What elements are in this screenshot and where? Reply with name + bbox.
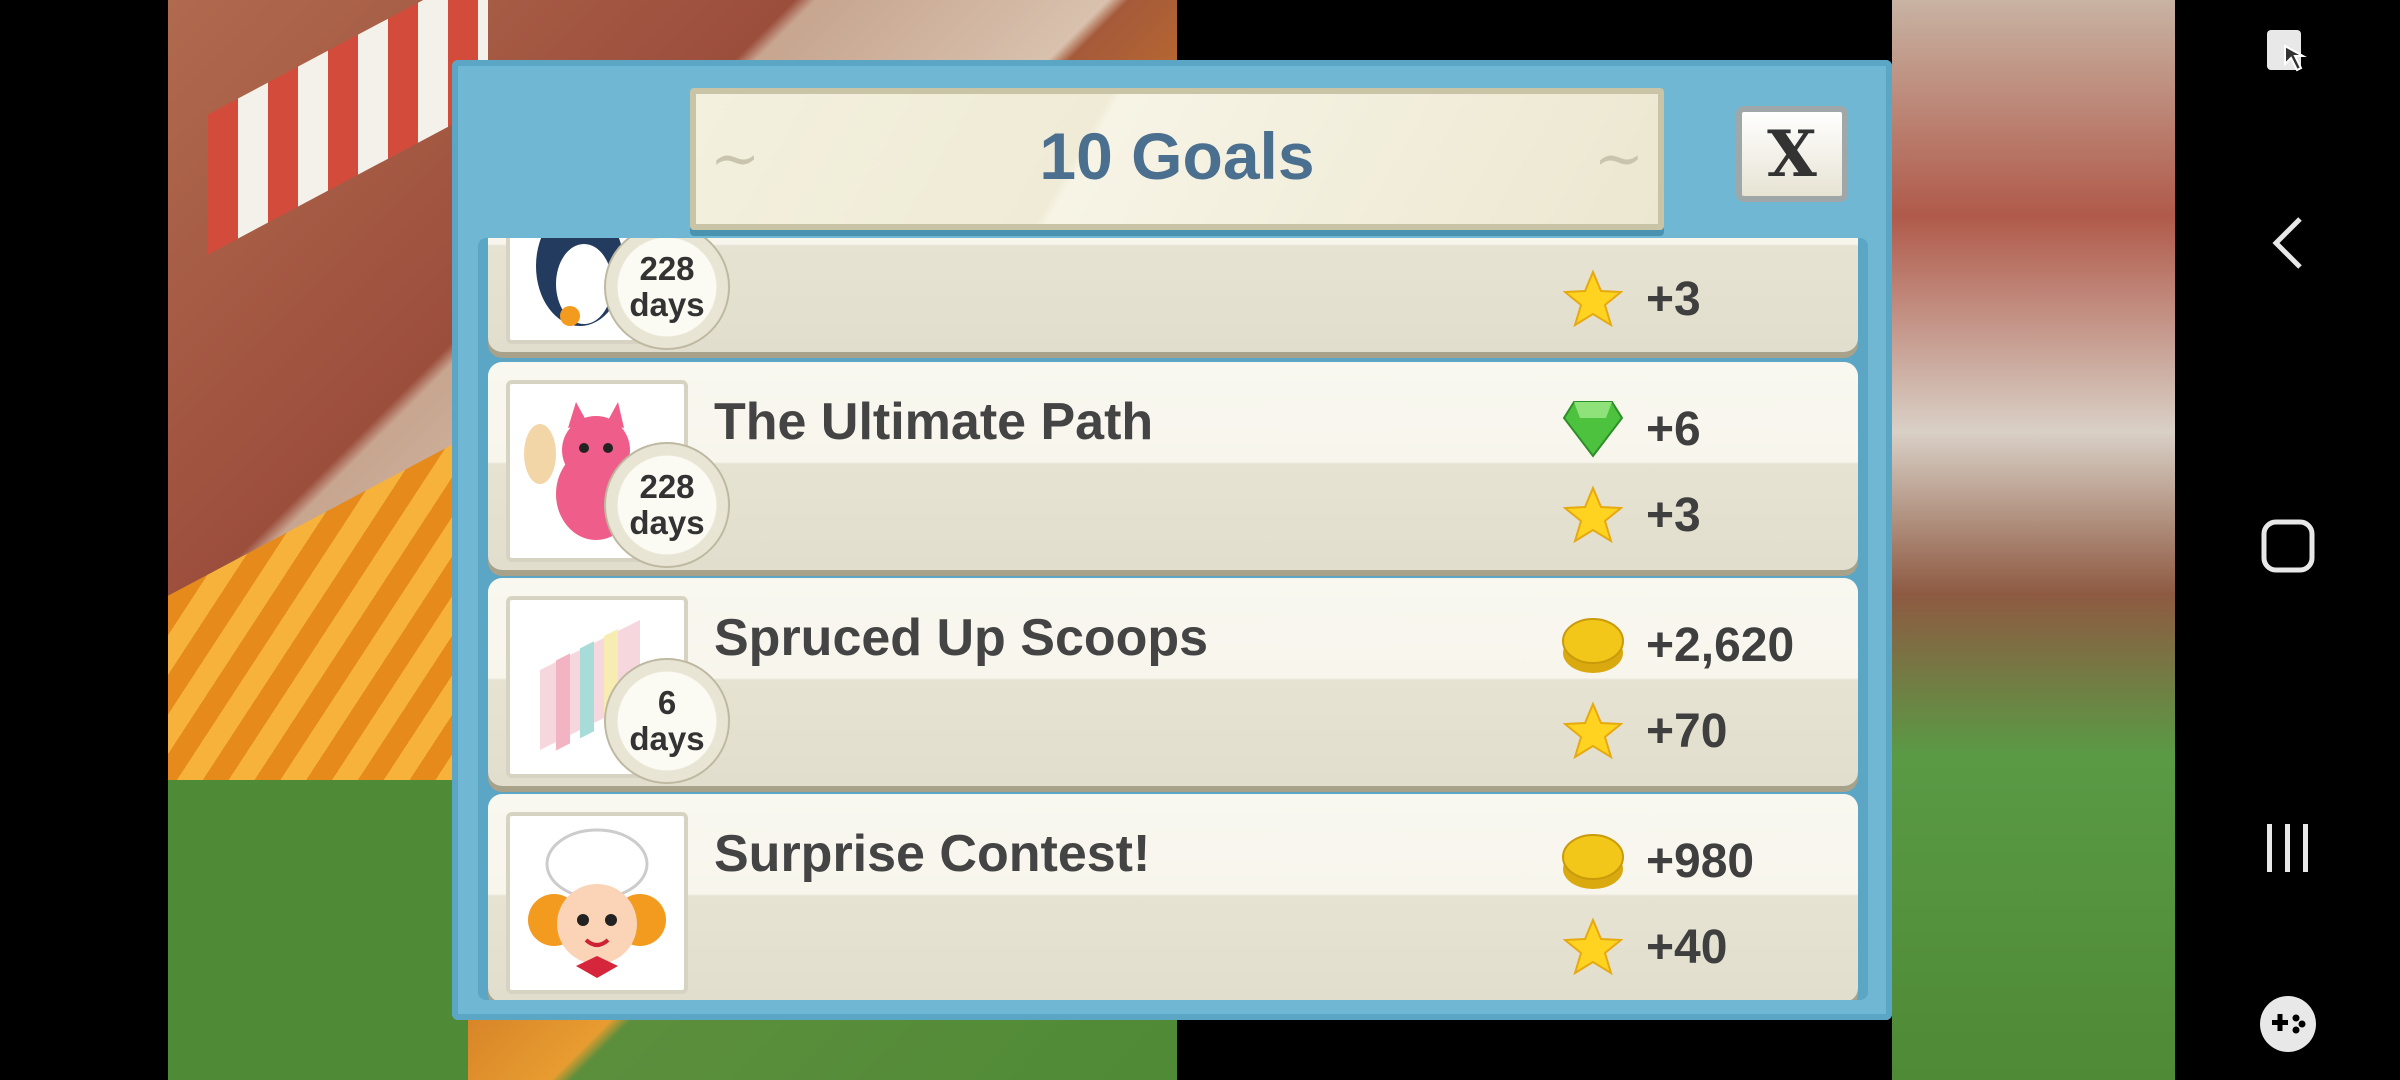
timer-days-value: 6: [657, 684, 677, 721]
timer-days-value: 228: [639, 468, 695, 505]
goal-title: The Ultimate Path: [714, 393, 1154, 451]
timer-badge: 228 days: [604, 442, 730, 568]
timer-days-unit: days: [629, 504, 705, 541]
recent-apps-icon: [2266, 824, 2308, 872]
title-plate: ~ ~ 10 Goals: [690, 88, 1664, 230]
reward-star: +70: [1558, 696, 1727, 766]
reward-coin: +2,620: [1558, 610, 1794, 680]
reward-value: +40: [1646, 920, 1728, 974]
back-button[interactable]: [2175, 215, 2400, 271]
touch-lock-icon: [2266, 30, 2307, 72]
reward-star: +3: [1558, 480, 1701, 550]
goal-title: Spruced Up Scoops: [714, 609, 1209, 667]
coin-icon: [1558, 610, 1628, 680]
star-icon: [1558, 264, 1628, 334]
reward-value: +2,620: [1646, 618, 1795, 672]
star-icon: [1558, 480, 1628, 550]
reward-value: +3: [1646, 488, 1701, 542]
timer-badge: 6 days: [604, 658, 730, 784]
gamepad-icon: [2259, 996, 2316, 1052]
goal-row[interactable]: 6 days Spruced Up Scoops +2,620 +70: [488, 578, 1858, 786]
goals-list[interactable]: 228 days +3 228 days The Ultimate Path +…: [478, 238, 1868, 1000]
star-icon: [1558, 912, 1628, 982]
dialog-title: 10 Goals: [1039, 119, 1315, 193]
goal-row[interactable]: 228 days +3: [488, 238, 1858, 352]
system-navigation-bar: [2175, 0, 2400, 1080]
home-square-icon: [2261, 519, 2314, 573]
recent-apps-button[interactable]: [2175, 822, 2400, 874]
close-button[interactable]: X: [1736, 106, 1848, 202]
reward-value: +6: [1646, 402, 1701, 456]
goals-dialog: ~ ~ 10 Goals X 228 days +3 228 days The …: [452, 60, 1892, 1020]
reward-value: +980: [1646, 834, 1755, 888]
back-arrow-icon: [2271, 217, 2302, 269]
timer-days-unit: days: [629, 286, 705, 323]
goal-title: Surprise Contest!: [714, 825, 1151, 883]
star-icon: [1558, 696, 1628, 766]
timer-days-value: 228: [639, 250, 695, 287]
gem-icon: [1558, 394, 1628, 464]
coin-icon: [1558, 826, 1628, 896]
game-tools-button[interactable]: [2175, 994, 2400, 1054]
chef-girl-goal-icon: [506, 812, 688, 994]
goal-row[interactable]: 228 days The Ultimate Path +6 +3: [488, 362, 1858, 570]
reward-value: +70: [1646, 704, 1728, 758]
screen-touch-lock-button[interactable]: [2175, 26, 2400, 86]
game-background-right: [1892, 0, 2175, 1080]
timer-days-unit: days: [629, 720, 705, 757]
goal-row[interactable]: Surprise Contest! +980 +40: [488, 794, 1858, 1000]
home-button[interactable]: [2175, 518, 2400, 574]
reward-coin: +980: [1558, 826, 1754, 896]
reward-star: +40: [1558, 912, 1727, 982]
reward-gem: +6: [1558, 394, 1701, 464]
reward-value: +3: [1646, 272, 1701, 326]
reward-star: +3: [1558, 264, 1701, 334]
